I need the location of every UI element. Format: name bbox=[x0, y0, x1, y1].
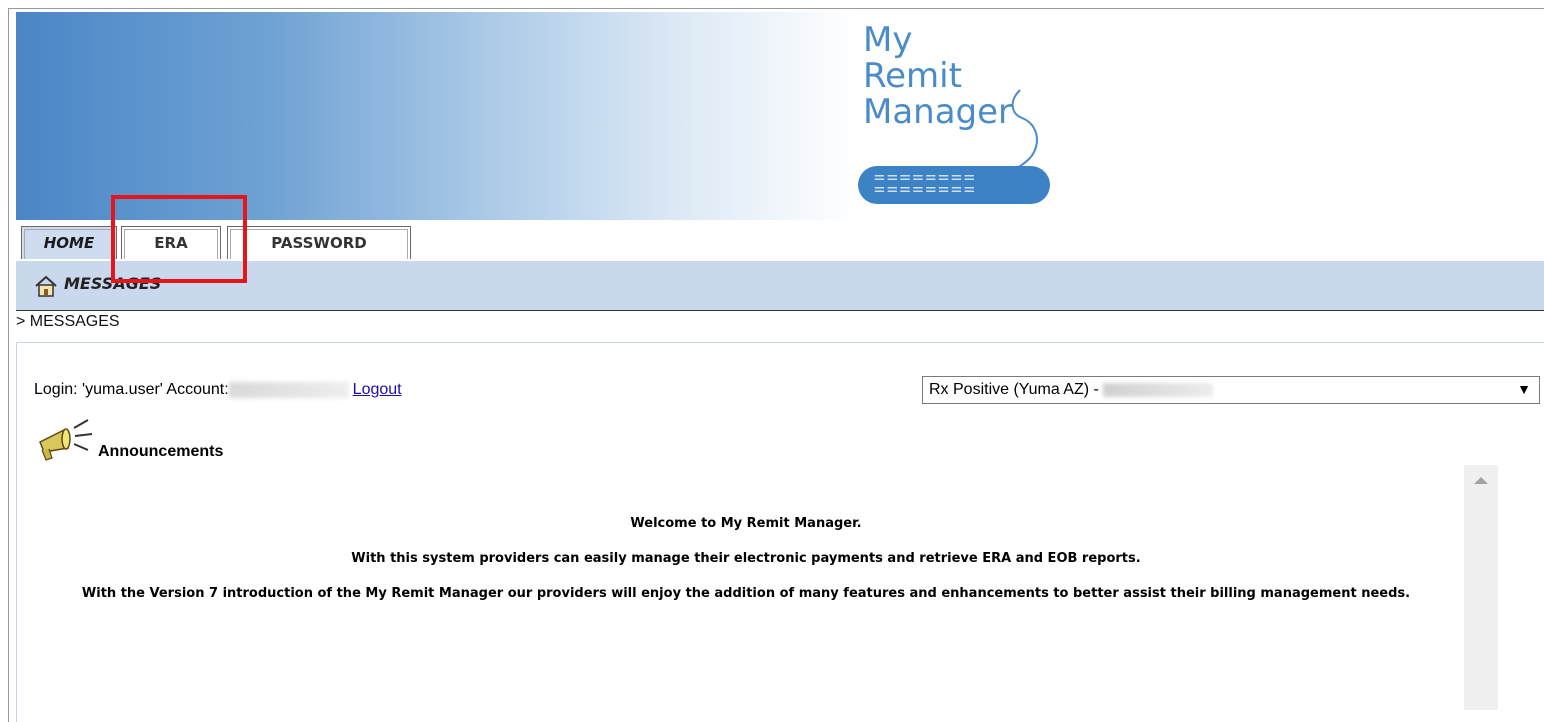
tab-home[interactable]: HOME bbox=[21, 226, 117, 259]
megaphone-icon bbox=[39, 419, 93, 461]
announcement-paragraph: With this system providers can easily ma… bbox=[351, 551, 1141, 566]
announcements-text: Welcome to My Remit Manager. With this s… bbox=[18, 515, 1474, 620]
tab-password[interactable]: PASSWORD bbox=[227, 226, 411, 259]
keyboard-keys-row2: ======== bbox=[874, 179, 977, 200]
scroll-up-arrow-icon[interactable] bbox=[1474, 477, 1488, 484]
logout-link[interactable]: Logout bbox=[353, 381, 402, 398]
account-number-redacted bbox=[228, 381, 349, 398]
account-select[interactable]: Rx Positive (Yuma AZ) - ▼ bbox=[922, 376, 1540, 404]
login-text: Login: 'yuma.user' Account: bbox=[34, 381, 229, 398]
keyboard-icon: ======== ======== bbox=[858, 166, 1050, 204]
logo-line-remit: Remit bbox=[863, 56, 962, 96]
announcement-paragraph: With the Version 7 introduction of the M… bbox=[81, 586, 1411, 601]
announcements-scrollbar[interactable] bbox=[1464, 465, 1498, 710]
logo-line-manager: Manager bbox=[863, 92, 1013, 132]
account-select-redacted bbox=[1103, 382, 1214, 397]
tab-era[interactable]: ERA bbox=[121, 226, 221, 259]
header-banner bbox=[16, 12, 856, 220]
breadcrumb: > MESSAGES bbox=[16, 313, 120, 330]
home-icon[interactable] bbox=[34, 275, 58, 297]
announcements-title: Announcements bbox=[98, 443, 224, 460]
tab-home-label: HOME bbox=[43, 234, 95, 252]
messages-label[interactable]: MESSAGES bbox=[64, 274, 161, 293]
dropdown-arrow-icon[interactable]: ▼ bbox=[1517, 381, 1531, 397]
logo-line-my: My bbox=[863, 20, 913, 60]
announcements-box: Welcome to My Remit Manager. With this s… bbox=[18, 465, 1498, 710]
announcement-paragraph: Welcome to My Remit Manager. bbox=[630, 516, 862, 531]
my-remit-manager-logo: My Remit Manager ======== ======== bbox=[858, 22, 1058, 222]
messages-bar: MESSAGES bbox=[16, 261, 1544, 311]
account-select-text: Rx Positive (Yuma AZ) - bbox=[929, 381, 1099, 398]
logo-cord-icon bbox=[1009, 89, 1038, 173]
account-select-value: Rx Positive (Yuma AZ) - bbox=[929, 381, 1214, 399]
tab-era-label: ERA bbox=[154, 234, 188, 252]
login-info: Login: 'yuma.user' Account: Logout bbox=[34, 381, 402, 399]
tab-password-label: PASSWORD bbox=[271, 234, 367, 252]
